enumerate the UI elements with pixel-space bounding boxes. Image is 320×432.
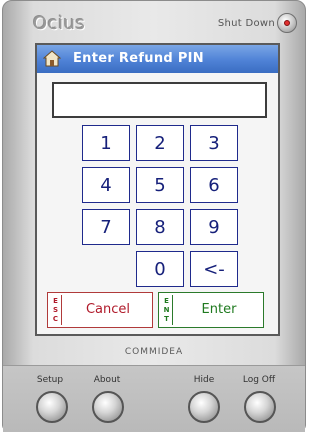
ent-tag-letter: T [164,314,169,323]
ent-tag-letter: E [164,296,169,305]
backspace-key[interactable]: <- [190,251,238,287]
key-9[interactable]: 9 [190,209,238,245]
pin-input[interactable] [52,82,267,118]
key-2[interactable]: 2 [136,125,184,161]
key-0[interactable]: 0 [136,251,184,287]
logoff-button[interactable] [244,391,276,423]
about-label: About [93,375,121,385]
brand-logo: Ocius [33,13,86,34]
dialog-body: 1 2 3 4 5 6 7 8 9 0 <- E S C Cancel E N … [37,73,278,334]
key-5[interactable]: 5 [136,167,184,203]
shutdown-label[interactable]: Shut Down [218,18,275,29]
esc-tag-letter: S [52,305,59,314]
power-button[interactable] [277,13,297,33]
logoff-label: Log Off [242,375,276,385]
dialog-title: Enter Refund PIN [73,51,204,66]
cancel-button[interactable]: E S C Cancel [47,292,153,328]
hide-label: Hide [193,375,215,385]
esc-tag-letter: E [53,296,58,305]
enter-button[interactable]: E N T Enter [158,292,264,328]
terminal-frame: Ocius Shut Down Enter Refund PIN 1 2 3 4… [2,0,306,432]
function-bar: Setup About Hide Log Off [3,365,305,432]
cancel-label: Cancel [85,302,131,317]
key-8[interactable]: 8 [136,209,184,245]
about-button[interactable] [92,391,124,423]
setup-label: Setup [36,375,64,385]
key-3[interactable]: 3 [190,125,238,161]
pin-dialog: Enter Refund PIN 1 2 3 4 5 6 7 8 9 0 <- … [35,43,280,336]
home-icon [43,50,61,67]
hide-button[interactable] [188,391,220,423]
setup-button[interactable] [36,391,68,423]
key-6[interactable]: 6 [190,167,238,203]
ent-tag-letter: N [163,305,170,314]
esc-tag-letter: C [52,314,59,323]
key-7[interactable]: 7 [82,209,130,245]
model-label: COMMIDEA [124,347,184,357]
enter-label: Enter [201,302,237,317]
dialog-titlebar: Enter Refund PIN [37,45,278,73]
power-indicator-icon [284,20,290,26]
esc-tag: E S C [50,295,62,325]
key-1[interactable]: 1 [82,125,130,161]
ent-tag: E N T [161,295,173,325]
key-4[interactable]: 4 [82,167,130,203]
